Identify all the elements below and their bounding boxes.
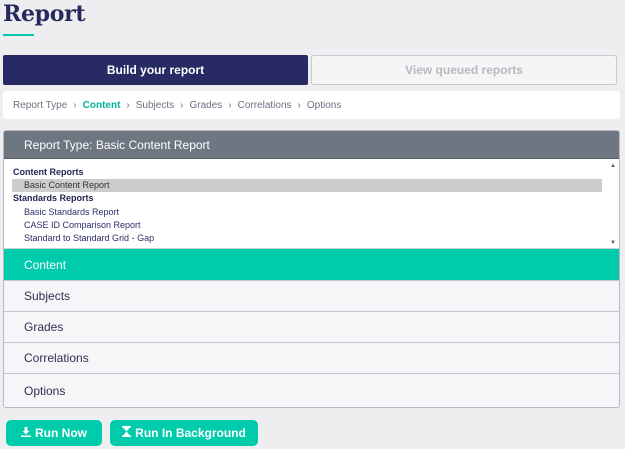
hourglass-icon — [122, 426, 132, 440]
view-queued-reports-tab[interactable]: View queued reports — [311, 55, 617, 85]
download-icon — [21, 426, 31, 440]
run-now-button[interactable]: Run Now — [6, 420, 102, 446]
listbox-option-standard-to-standard-grid[interactable]: Standard to Standard Grid - Gap — [12, 232, 602, 245]
title-underline — [3, 34, 34, 36]
breadcrumb-correlations[interactable]: Correlations — [238, 100, 292, 111]
section-options[interactable]: Options — [4, 373, 619, 407]
chevron-right-icon: › — [297, 99, 301, 111]
scroll-down-icon[interactable]: ▼ — [609, 239, 617, 247]
report-type-listbox[interactable]: Content Reports Basic Content Report Sta… — [4, 161, 619, 249]
listbox-group-label: Standards Reports — [13, 193, 94, 203]
chevron-right-icon: › — [228, 99, 232, 111]
breadcrumb-content[interactable]: Content — [83, 100, 121, 111]
run-in-background-label: Run In Background — [135, 426, 246, 440]
breadcrumb: Report Type › Content › Subjects › Grade… — [3, 91, 620, 119]
listbox-option-case-id-comparison[interactable]: CASE ID Comparison Report — [12, 219, 602, 232]
breadcrumb-subjects[interactable]: Subjects — [136, 100, 174, 111]
section-content[interactable]: Content — [4, 249, 619, 280]
report-builder-panel: Report Type: Basic Content Report Conten… — [3, 130, 620, 408]
page-title: Report — [3, 1, 86, 27]
section-subjects[interactable]: Subjects — [4, 280, 619, 311]
scroll-up-icon[interactable]: ▲ — [609, 162, 617, 170]
chevron-right-icon: › — [126, 99, 130, 111]
chevron-right-icon: › — [180, 99, 184, 111]
listbox-group-label: Content Reports — [13, 167, 84, 177]
listbox-option-basic-content-report[interactable]: Basic Content Report — [12, 179, 602, 192]
build-report-tab[interactable]: Build your report — [3, 55, 308, 85]
section-correlations[interactable]: Correlations — [4, 342, 619, 373]
report-type-header[interactable]: Report Type: Basic Content Report — [4, 131, 619, 159]
run-now-label: Run Now — [35, 426, 87, 440]
run-in-background-button[interactable]: Run In Background — [110, 420, 258, 446]
listbox-option-basic-standards-report[interactable]: Basic Standards Report — [12, 206, 602, 219]
breadcrumb-report-type[interactable]: Report Type — [13, 100, 67, 111]
breadcrumb-grades[interactable]: Grades — [189, 100, 222, 111]
breadcrumb-options[interactable]: Options — [307, 100, 341, 111]
chevron-right-icon: › — [73, 99, 77, 111]
section-grades[interactable]: Grades — [4, 311, 619, 342]
